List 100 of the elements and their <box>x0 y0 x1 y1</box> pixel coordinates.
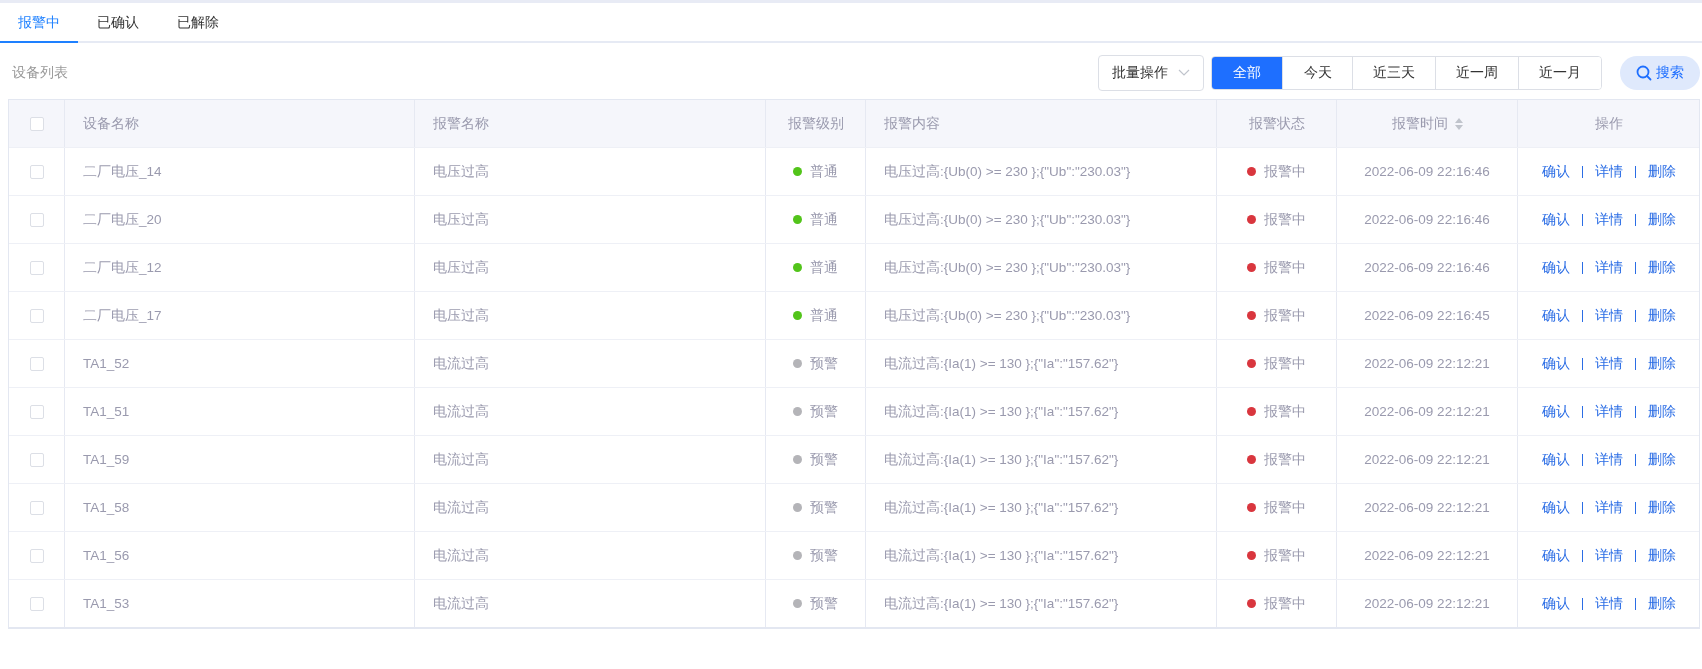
row-checkbox[interactable] <box>29 212 44 227</box>
alarm-status: 报警中 <box>1264 546 1306 565</box>
action-link[interactable]: 确认 <box>1541 210 1570 229</box>
sort-icon[interactable] <box>1454 117 1463 130</box>
alarm-name: 电压过高 <box>433 162 489 181</box>
alarm-content: 电压过高:{Ub(0) >= 230 };{"Ub":"230.03"} <box>884 210 1131 229</box>
action-link[interactable]: 确认 <box>1541 594 1570 613</box>
alarm-content: 电流过高:{Ia(1) >= 130 };{"Ia":"157.62"} <box>884 450 1119 469</box>
row-checkbox[interactable] <box>29 404 44 419</box>
alarm-name: 电流过高 <box>433 354 489 373</box>
action-link[interactable]: 删除 <box>1647 546 1676 565</box>
action-link[interactable]: 详情 <box>1594 258 1623 277</box>
alarm-status: 报警中 <box>1264 402 1306 421</box>
alarm-status: 报警中 <box>1264 594 1306 613</box>
action-link[interactable]: 删除 <box>1647 498 1676 517</box>
action-link[interactable]: 详情 <box>1594 594 1623 613</box>
alarm-time: 2022-06-09 22:12:21 <box>1364 356 1490 371</box>
action-link[interactable]: 删除 <box>1647 210 1676 229</box>
alarm-level: 预警 <box>810 594 838 613</box>
search-button[interactable]: 搜索 <box>1620 55 1700 90</box>
alarm-time: 2022-06-09 22:12:21 <box>1364 452 1490 467</box>
alarm-time: 2022-06-09 22:16:46 <box>1364 164 1490 179</box>
row-checkbox[interactable] <box>29 164 44 179</box>
action-link[interactable]: 删除 <box>1647 258 1676 277</box>
column-header: 报警级别 <box>787 114 844 133</box>
action-link[interactable]: 详情 <box>1594 450 1623 469</box>
action-link[interactable]: 删除 <box>1647 450 1676 469</box>
action-link[interactable]: 详情 <box>1594 210 1623 229</box>
alarm-level: 预警 <box>810 354 838 373</box>
alarm-level: 普通 <box>810 162 838 181</box>
device-name: 二厂电压_14 <box>83 162 162 181</box>
row-checkbox[interactable] <box>29 308 44 323</box>
action-link[interactable]: 确认 <box>1541 354 1570 373</box>
row-checkbox[interactable] <box>29 356 44 371</box>
action-link[interactable]: 详情 <box>1594 546 1623 565</box>
action-link[interactable]: 确认 <box>1541 306 1570 325</box>
action-link[interactable]: 删除 <box>1647 594 1676 613</box>
device-name: 二厂电压_12 <box>83 258 162 277</box>
action-link[interactable]: 详情 <box>1594 162 1623 181</box>
action-link[interactable]: 详情 <box>1594 354 1623 373</box>
action-link[interactable]: 删除 <box>1647 306 1676 325</box>
alarm-name: 电流过高 <box>433 546 489 565</box>
device-name: 二厂电压_20 <box>83 210 162 229</box>
alarm-time: 2022-06-09 22:12:21 <box>1364 548 1490 563</box>
select-all-checkbox[interactable] <box>29 116 44 131</box>
action-link[interactable]: 删除 <box>1647 162 1676 181</box>
chevron-down-icon <box>1178 68 1190 77</box>
action-link[interactable]: 详情 <box>1594 402 1623 421</box>
section-title: 设备列表 <box>12 63 68 82</box>
row-checkbox[interactable] <box>29 500 44 515</box>
batch-dropdown[interactable]: 批量操作 <box>1098 54 1204 91</box>
row-checkbox[interactable] <box>29 596 44 611</box>
range-filter[interactable]: 全部 <box>1212 56 1282 89</box>
column-header: 操作 <box>1594 114 1623 133</box>
alarm-level: 预警 <box>810 546 838 565</box>
row-checkbox[interactable] <box>29 260 44 275</box>
action-link[interactable]: 确认 <box>1541 402 1570 421</box>
action-link[interactable]: 确认 <box>1541 162 1570 181</box>
alarm-level: 预警 <box>810 450 838 469</box>
action-link[interactable]: 确认 <box>1541 498 1570 517</box>
alarm-time: 2022-06-09 22:16:46 <box>1364 260 1490 275</box>
alarm-name: 电压过高 <box>433 210 489 229</box>
alarm-content: 电压过高:{Ub(0) >= 230 };{"Ub":"230.03"} <box>884 162 1131 181</box>
action-link[interactable]: 确认 <box>1541 450 1570 469</box>
action-link[interactable]: 确认 <box>1541 546 1570 565</box>
alarm-status: 报警中 <box>1264 210 1306 229</box>
alarm-status: 报警中 <box>1264 498 1306 517</box>
status-tab[interactable]: 报警中 <box>0 3 78 43</box>
alarm-status: 报警中 <box>1264 306 1306 325</box>
alarm-level: 普通 <box>810 306 838 325</box>
action-link[interactable]: 删除 <box>1647 354 1676 373</box>
alarm-time: 2022-06-09 22:12:21 <box>1364 404 1490 419</box>
status-tab[interactable]: 已确认 <box>78 3 158 41</box>
alarm-content: 电流过高:{Ia(1) >= 130 };{"Ia":"157.62"} <box>884 354 1119 373</box>
column-header: 设备名称 <box>83 114 139 133</box>
range-filter[interactable]: 近一月 <box>1518 56 1601 89</box>
action-link[interactable]: 确认 <box>1541 258 1570 277</box>
alarm-content: 电流过高:{Ia(1) >= 130 };{"Ia":"157.62"} <box>884 498 1119 517</box>
device-name: TA1_58 <box>83 500 130 515</box>
alarm-level: 预警 <box>810 498 838 517</box>
action-link[interactable]: 详情 <box>1594 306 1623 325</box>
alarm-time: 2022-06-09 22:12:21 <box>1364 500 1490 515</box>
device-name: TA1_51 <box>83 404 130 419</box>
device-name: 二厂电压_17 <box>83 306 162 325</box>
row-checkbox[interactable] <box>29 548 44 563</box>
device-name: TA1_59 <box>83 452 130 467</box>
device-name: TA1_53 <box>83 596 130 611</box>
alarm-status: 报警中 <box>1264 450 1306 469</box>
device-name: TA1_56 <box>83 548 130 563</box>
row-checkbox[interactable] <box>29 452 44 467</box>
status-tab[interactable]: 已解除 <box>158 3 238 41</box>
action-link[interactable]: 详情 <box>1594 498 1623 517</box>
column-header: 报警内容 <box>884 114 940 133</box>
alarm-time: 2022-06-09 22:16:45 <box>1364 308 1490 323</box>
action-link[interactable]: 删除 <box>1647 402 1676 421</box>
column-header: 报警状态 <box>1248 114 1305 133</box>
alarm-content: 电流过高:{Ia(1) >= 130 };{"Ia":"157.62"} <box>884 402 1119 421</box>
alarm-content: 电流过高:{Ia(1) >= 130 };{"Ia":"157.62"} <box>884 546 1119 565</box>
alarm-status: 报警中 <box>1264 162 1306 181</box>
alarm-name: 电流过高 <box>433 498 489 517</box>
